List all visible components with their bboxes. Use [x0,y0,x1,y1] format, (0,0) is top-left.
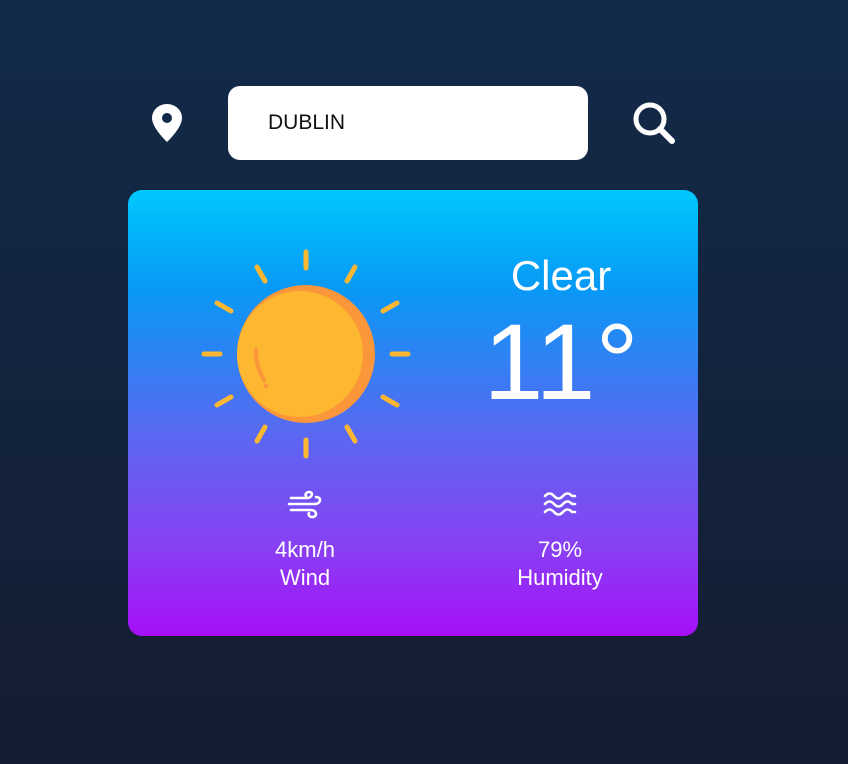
search-bar [0,0,848,180]
temperature-reading: 11° [483,301,639,422]
sun-icon [201,249,411,459]
map-pin-icon[interactable] [149,102,185,144]
waves-icon [543,492,577,516]
weather-card: Clear 11° 4km/h Wind 79% Humidity [128,190,698,636]
weather-condition: Clear [510,252,612,299]
city-search-input[interactable] [228,86,588,160]
wind-label: Wind [279,565,331,590]
wind-stat: 4km/h Wind [205,490,405,592]
magnifier-icon[interactable] [630,100,678,146]
humidity-stat: 79% Humidity [460,490,660,592]
wind-speed-value: 4km/h [275,537,335,562]
humidity-label: Humidity [517,565,603,590]
humidity-value: 79% [537,537,583,562]
wind-icon [287,490,322,519]
